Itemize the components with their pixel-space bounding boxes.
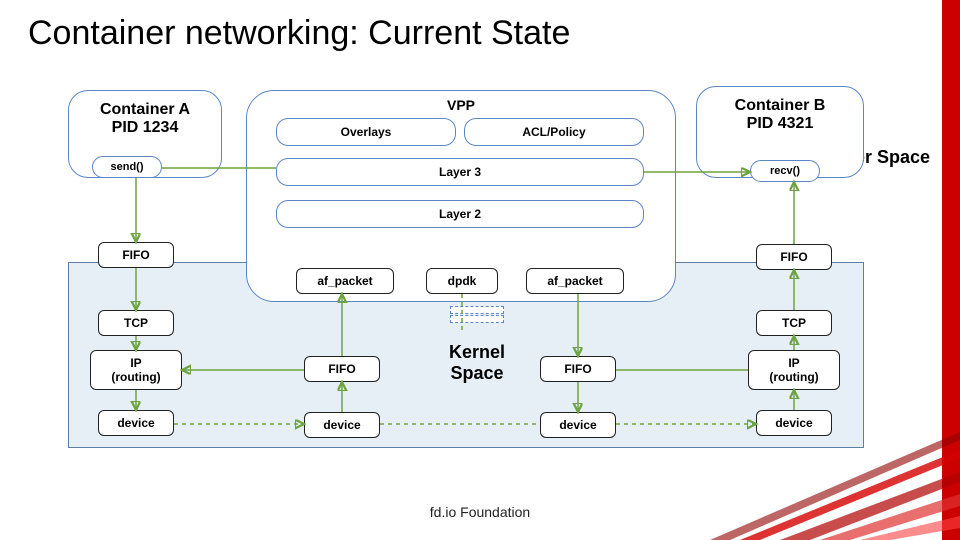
mid-device-left: device [304,412,380,438]
right-tcp: TCP [756,310,832,336]
mid-fifo-left: FIFO [304,356,380,382]
dpdk-dash-2 [450,315,504,323]
container-b-title: Container B [697,97,863,115]
vpp-title: VPP [447,97,475,113]
container-a-title: Container A [69,101,221,119]
container-a-pid: PID 1234 [69,119,221,137]
vpp-afpacket-right: af_packet [526,268,624,294]
decorative-streaks [700,430,960,540]
kernel-space-label: Kernel Space [434,342,520,383]
mid-device-right: device [540,412,616,438]
left-ip: IP (routing) [90,350,182,390]
container-b-pid: PID 4321 [697,115,863,133]
right-fifo: FIFO [756,244,832,270]
left-fifo: FIFO [98,242,174,268]
mid-fifo-right: FIFO [540,356,616,382]
vpp-overlays: Overlays [276,118,456,146]
left-tcp: TCP [98,310,174,336]
vpp-afpacket-left: af_packet [296,268,394,294]
vpp-dpdk: dpdk [426,268,498,294]
send-call: send() [92,156,162,178]
vpp-layer2: Layer 2 [276,200,644,228]
right-ip: IP (routing) [748,350,840,390]
footer-text: fd.io Foundation [430,504,530,520]
vpp-layer3: Layer 3 [276,158,644,186]
slide-title: Container networking: Current State [28,14,570,53]
vpp-acl-policy: ACL/Policy [464,118,644,146]
left-device: device [98,410,174,436]
dpdk-dash-1 [450,306,504,314]
recv-call: recv() [750,160,820,182]
